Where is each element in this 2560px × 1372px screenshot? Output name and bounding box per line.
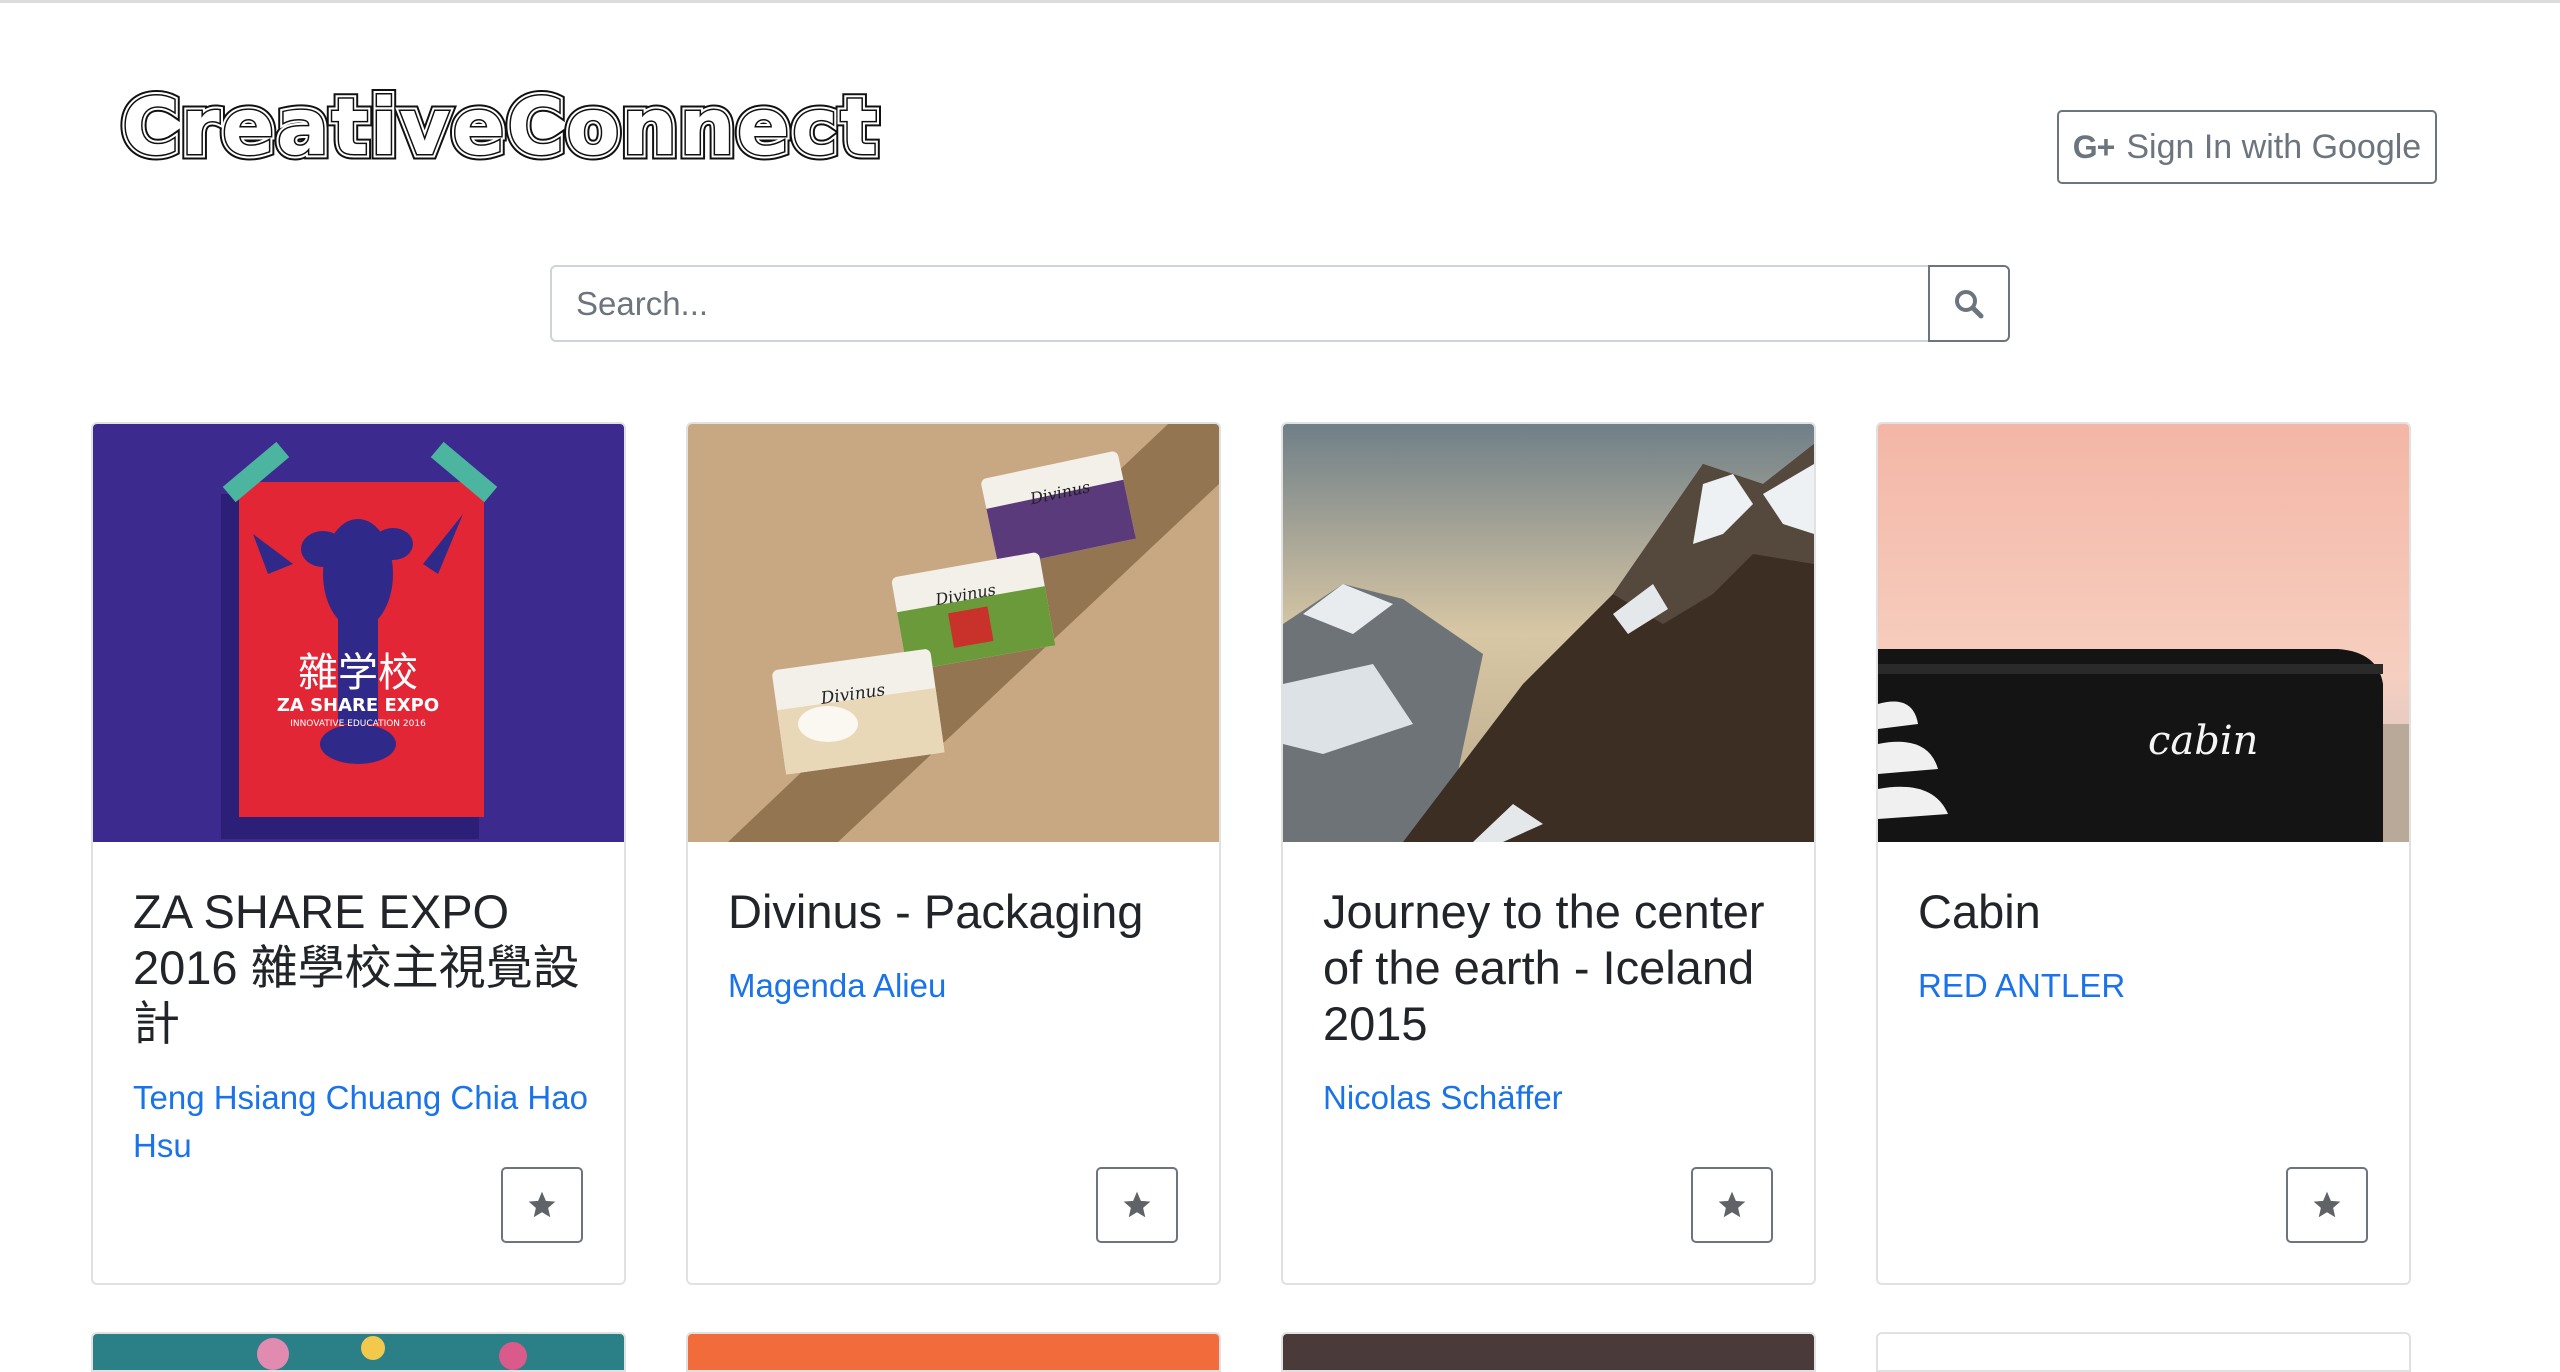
project-author-link[interactable]: Nicolas Schäffer xyxy=(1323,1074,1783,1122)
project-card[interactable]: cabin Cabin RED ANTLER xyxy=(1876,422,2411,1285)
star-icon xyxy=(1123,1191,1151,1218)
svg-text:CreativeConnect: CreativeConnect xyxy=(122,83,879,168)
search-bar xyxy=(550,265,2010,342)
project-card[interactable]: Journey to the center of the earth - Ice… xyxy=(1281,422,1816,1285)
favorite-button[interactable] xyxy=(2286,1167,2368,1243)
project-thumbnail[interactable]: cabin xyxy=(1878,424,2409,842)
search-button[interactable] xyxy=(1928,265,2010,342)
star-icon xyxy=(1718,1191,1746,1218)
sign-in-label: Sign In with Google xyxy=(2126,127,2422,166)
project-author-link[interactable]: Magenda Alieu xyxy=(728,962,1188,1010)
project-author-link[interactable]: Teng Hsiang Chuang Chia Hao Hsu xyxy=(133,1074,593,1170)
project-title[interactable]: Divinus - Packaging xyxy=(728,884,1178,940)
favorite-button[interactable] xyxy=(1096,1167,1178,1243)
project-card-peek[interactable] xyxy=(1876,1332,2411,1372)
project-thumbnail[interactable]: Divinus Divinus Divinus xyxy=(688,424,1219,842)
search-input[interactable] xyxy=(550,265,1928,342)
logo[interactable]: CreativeConnect CreativeConnect Creative… xyxy=(118,78,998,168)
project-thumbnail[interactable]: 雜学校 ZA SHARE EXPO INNOVATIVE EDUCATION 2… xyxy=(93,424,624,842)
svg-text:ZA SHARE EXPO: ZA SHARE EXPO xyxy=(277,695,439,716)
star-icon xyxy=(2313,1191,2341,1218)
svg-text:cabin: cabin xyxy=(2148,718,2258,764)
top-border xyxy=(0,0,2560,3)
project-title[interactable]: ZA SHARE EXPO 2016 雜學校主視覺設計 xyxy=(133,884,583,1052)
star-icon xyxy=(528,1191,556,1218)
svg-text:INNOVATIVE EDUCATION 2016: INNOVATIVE EDUCATION 2016 xyxy=(290,719,426,729)
favorite-button[interactable] xyxy=(501,1167,583,1243)
project-thumbnail[interactable] xyxy=(1283,424,1814,842)
svg-text:雜学校: 雜学校 xyxy=(298,650,418,696)
project-card-peek[interactable] xyxy=(686,1332,1221,1372)
search-icon xyxy=(1955,289,1984,318)
project-author-link[interactable]: RED ANTLER xyxy=(1918,962,2378,1010)
project-card[interactable]: 雜学校 ZA SHARE EXPO INNOVATIVE EDUCATION 2… xyxy=(91,422,626,1285)
project-card[interactable]: Divinus Divinus Divinus Divinus - Packag… xyxy=(686,422,1221,1285)
project-card-peek[interactable] xyxy=(91,1332,626,1372)
favorite-button[interactable] xyxy=(1691,1167,1773,1243)
project-title[interactable]: Cabin xyxy=(1918,884,2368,940)
project-title[interactable]: Journey to the center of the earth - Ice… xyxy=(1323,884,1773,1052)
project-card-peek[interactable] xyxy=(1281,1332,1816,1372)
google-plus-icon: G+ xyxy=(2072,128,2116,165)
sign-in-google-button[interactable]: G+ Sign In with Google xyxy=(2057,110,2437,184)
